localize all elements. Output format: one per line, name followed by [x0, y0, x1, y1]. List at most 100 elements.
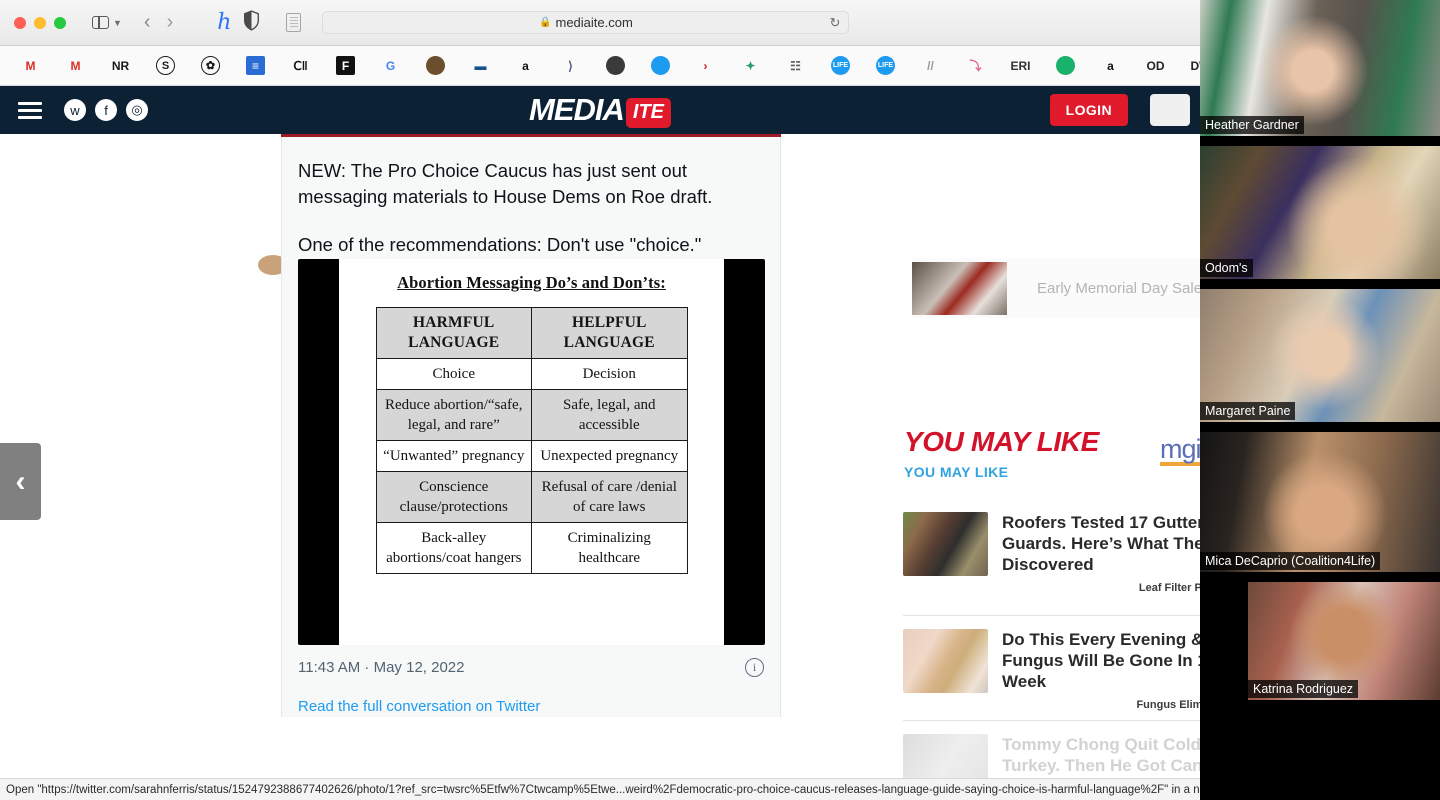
green-circle-icon: ● [1056, 56, 1075, 75]
table-row: Reduce abortion/“safe, legal, and rare” S… [375, 389, 688, 441]
bookmark-amazon-2[interactable]: a [1088, 50, 1133, 82]
bookmark-s-circle[interactable]: S [143, 50, 188, 82]
tweet-paragraph-1: NEW: The Pro Choice Caucus has just sent… [298, 160, 713, 207]
promo-divider [903, 720, 1233, 721]
window-traffic-lights[interactable] [14, 16, 66, 29]
video-tile[interactable]: Mica DeCaprio (Coalition4Life) [1200, 432, 1440, 572]
blue-arrow-icon: ⟩ [568, 58, 573, 73]
video-tile[interactable]: Katrina Rodriguez [1248, 582, 1440, 700]
bookmark-amazon[interactable]: a [503, 50, 548, 82]
read-conversation-link[interactable]: Read the full conversation on Twitter [298, 698, 540, 715]
bookmark-green-circle[interactable]: ● [1043, 50, 1088, 82]
sidebar-toggle-icon[interactable]: ▼ [92, 16, 122, 29]
honey-extension-icon[interactable]: h [217, 10, 231, 35]
cell-harmful: Choice [375, 358, 532, 390]
bookmark-od[interactable]: OD [1133, 50, 1178, 82]
browser-toolbar: ▼ ‹ › h 🔒 mediaite.com ↻ [0, 0, 1200, 46]
bookmark-gmail-2[interactable]: M [53, 50, 98, 82]
site-logo-badge: ITE [625, 98, 672, 128]
video-tile[interactable]: Odom's [1200, 146, 1440, 279]
twitter-icon[interactable]: w [64, 99, 86, 121]
bookmark-gmail[interactable]: M [8, 50, 53, 82]
address-bar[interactable]: 🔒 mediaite.com ↻ [322, 11, 850, 34]
life-2-icon: LIFE [876, 56, 895, 75]
forbes-icon: F [336, 56, 355, 75]
sale-ad[interactable]: Early Memorial Day Sale [912, 258, 1242, 318]
cell-harmful: Back-alley abortions/coat hangers [375, 522, 532, 574]
toenail-photo [903, 629, 988, 693]
bookmark-brown-circle[interactable]: ● [413, 50, 458, 82]
news-gray-icon: ☷ [790, 58, 801, 73]
hamburger-menu-icon[interactable] [18, 101, 42, 119]
mailchimp-icon: ✿ [201, 56, 220, 75]
texas-green-icon: ✦ [745, 58, 756, 73]
social-links: w f ◎ [64, 99, 148, 121]
prev-slide-chevron-icon[interactable]: ‹ [0, 443, 41, 520]
promo-item[interactable]: Roofers Tested 17 Gutter Guards. Here’s … [903, 512, 1233, 594]
bookmark-slash-white[interactable]: // [908, 50, 953, 82]
promo-title: Roofers Tested 17 Gutter Guards. Here’s … [1002, 513, 1213, 574]
tweet-image[interactable]: Abortion Messaging Do’s and Don’ts: HARM… [298, 259, 765, 645]
forward-arrow-icon[interactable]: › [167, 11, 174, 34]
instagram-icon[interactable]: ◎ [126, 99, 148, 121]
back-arrow-icon[interactable]: ‹ [144, 11, 151, 34]
bookmark-red-chevron[interactable]: › [683, 50, 728, 82]
bookmark-life-2[interactable]: LIFE [863, 50, 908, 82]
you-may-like-heading: YOU MAY LIKE [904, 426, 1099, 457]
bookmark-eri[interactable]: ERI [998, 50, 1043, 82]
table-row: “Unwanted” pregnancy Unexpected pregnancy [375, 440, 688, 472]
cell-helpful: Criminalizing healthcare [531, 522, 688, 574]
login-button[interactable]: LOGIN [1049, 94, 1128, 126]
video-tile[interactable]: Heather Gardner [1200, 0, 1440, 136]
video-call-panel: Heather Gardner Odom's Margaret Paine Mi… [1200, 0, 1440, 800]
slash-white-icon: // [927, 58, 934, 73]
bookmark-news-gray[interactable]: ☷ [773, 50, 818, 82]
bookmark-life-1[interactable]: LIFE [818, 50, 863, 82]
gmail-2-icon: M [70, 58, 81, 73]
bookmark-wave-bars[interactable]: Ⅽ‖ [278, 50, 323, 82]
account-button[interactable] [1150, 94, 1190, 126]
bookmark-mailchimp[interactable]: ✿ [188, 50, 233, 82]
info-circle-icon[interactable]: i [745, 658, 764, 677]
eri-icon: ERI [1010, 58, 1031, 73]
site-logo[interactable]: MEDIA ITE [529, 92, 672, 128]
bookmark-forbes[interactable]: F [323, 50, 368, 82]
bookmark-pink-hook[interactable]: ⤵ [953, 50, 998, 82]
cell-helpful: Unexpected pregnancy [531, 440, 688, 472]
bookmark-doc-blue[interactable]: ≡ [233, 50, 278, 82]
reload-icon[interactable]: ↻ [830, 15, 841, 31]
bookmark-texas-green[interactable]: ✦ [728, 50, 773, 82]
sale-ad-text: Early Memorial Day Sale [1037, 279, 1203, 297]
bookmark-nr[interactable]: NR [98, 50, 143, 82]
tweet-paragraph-2: One of the recommendations: Don't use "c… [298, 234, 702, 255]
facebook-icon[interactable]: f [95, 99, 117, 121]
tweet-body: NEW: The Pro Choice Caucus has just sent… [298, 158, 764, 258]
bookmark-onestart[interactable]: ● [638, 50, 683, 82]
wave-bars-icon: Ⅽ‖ [293, 58, 308, 73]
participant-name: Margaret Paine [1200, 402, 1296, 420]
shield-privacy-icon[interactable] [243, 9, 260, 36]
maximize-window-button[interactable] [54, 16, 66, 29]
tweet-timestamp: 11:43 AM · May 12, 2022 [298, 659, 465, 676]
participant-name: Odom's [1200, 259, 1253, 277]
bookmarks-bar: MMNRS✿≡Ⅽ‖FG●▬a⟩✻●›✦☷LIFELIFE//⤵ERI●aODDW [0, 46, 1211, 86]
amazon-icon: a [522, 58, 529, 73]
site-header: w f ◎ MEDIA ITE LOGIN [0, 86, 1200, 134]
bookmark-dark-seal[interactable]: ✻ [593, 50, 638, 82]
table-row: Back-alley abortions/coat hangers Crimina… [375, 522, 688, 574]
close-window-button[interactable] [14, 16, 26, 29]
minimize-window-button[interactable] [34, 16, 46, 29]
roofer-photo [903, 512, 988, 576]
embedded-tweet: NEW: The Pro Choice Caucus has just sent… [281, 137, 781, 717]
messaging-document: Abortion Messaging Do’s and Don’ts: HARM… [339, 259, 724, 645]
video-tile[interactable]: Margaret Paine [1200, 289, 1440, 422]
cell-helpful: Refusal of care /denial of care laws [531, 471, 688, 523]
promo-item[interactable]: Do This Every Evening & Fungus Will Be G… [903, 629, 1233, 711]
pink-hook-icon: ⤵ [969, 59, 982, 73]
reader-view-icon[interactable] [286, 13, 302, 32]
bookmark-blue-ellipse[interactable]: ▬ [458, 50, 503, 82]
bookmark-blue-arrow[interactable]: ⟩ [548, 50, 593, 82]
s-circle-icon: S [156, 56, 175, 75]
bookmark-google[interactable]: G [368, 50, 413, 82]
onestart-icon: ● [651, 56, 670, 75]
